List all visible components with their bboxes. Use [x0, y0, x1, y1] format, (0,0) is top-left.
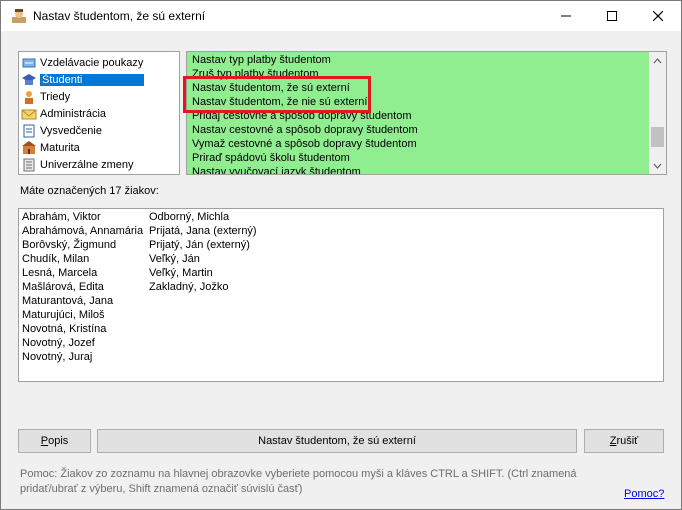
- envelope-icon: [21, 109, 37, 119]
- minimize-button[interactable]: [543, 1, 589, 31]
- apply-action-button[interactable]: Nastav študentom, že sú externí: [97, 429, 577, 453]
- close-button[interactable]: [635, 1, 681, 31]
- category-item-classes[interactable]: Triedy: [21, 88, 179, 105]
- class-icon: [25, 90, 33, 104]
- cancel-button-label: Zrušiť: [609, 435, 639, 447]
- student-icon: [22, 73, 36, 85]
- title-bar: Nastav študentom, že sú externí: [1, 1, 681, 31]
- student-item: Novotná, Kristína: [22, 323, 107, 335]
- certificate-icon: [23, 124, 35, 137]
- category-label: Administrácia: [40, 107, 107, 120]
- minimize-icon: [561, 15, 571, 17]
- action-item[interactable]: Vymaž cestovné a spôsob dopravy študento…: [192, 137, 417, 151]
- category-item-maturita[interactable]: Maturita: [21, 139, 179, 156]
- help-link[interactable]: Pomoc?: [624, 488, 664, 500]
- action-item[interactable]: Nastav typ platby študentom: [192, 53, 331, 67]
- category-label: Univerzálne zmeny: [40, 158, 134, 171]
- maximize-button[interactable]: [589, 1, 635, 31]
- popis-button[interactable]: Popis: [18, 429, 91, 453]
- cancel-button[interactable]: Zrušiť: [584, 429, 664, 453]
- category-item-administration[interactable]: Administrácia: [21, 105, 179, 122]
- category-item-universal-changes[interactable]: Univerzálne zmeny: [21, 156, 179, 173]
- category-item-certificate[interactable]: Vysvedčenie: [21, 122, 179, 139]
- chevron-down-icon: [653, 163, 662, 169]
- dialog-window: Nastav študentom, že sú externí Vzdeláva…: [0, 0, 682, 510]
- student-item: Maturujúci, Miloš: [22, 309, 105, 321]
- document-icon: [23, 158, 35, 171]
- category-label: Vysvedčenie: [40, 124, 102, 137]
- maximize-icon: [607, 11, 617, 21]
- voucher-icon: [22, 58, 36, 67]
- action-item[interactable]: Priraď spádovú školu študentom: [192, 151, 350, 165]
- close-icon: [653, 11, 663, 21]
- student-item: Prijatý, Ján (externý): [149, 239, 250, 251]
- student-item: Abrahám, Viktor: [22, 211, 101, 223]
- category-label: Triedy: [40, 90, 71, 103]
- category-list[interactable]: Vzdelávacie poukazy Študenti Triedy Admi…: [18, 51, 180, 175]
- student-item: Novotný, Juraj: [22, 351, 93, 363]
- window-title: Nastav študentom, že sú externí: [33, 9, 206, 23]
- apply-action-button-label: Nastav študentom, že sú externí: [258, 435, 416, 447]
- action-item[interactable]: Nastav cestovné a spôsob dopravy študent…: [192, 123, 418, 137]
- student-list[interactable]: Abrahám, Viktor Abrahámová, Annamária Bo…: [18, 208, 664, 382]
- dialog-client: Vzdelávacie poukazy Študenti Triedy Admi…: [1, 31, 681, 509]
- student-item: Novotný, Jozef: [22, 337, 95, 349]
- student-item: Prijatá, Jana (externý): [149, 225, 257, 237]
- selected-count-label: Máte označených 17 žiakov:: [20, 185, 159, 197]
- scroll-thumb[interactable]: [651, 127, 664, 147]
- student-item: Borôvský, Žigmund: [22, 239, 117, 251]
- highlight-annotation: [183, 76, 371, 113]
- popis-button-label: Popis: [40, 435, 69, 447]
- school-icon: [22, 140, 36, 154]
- scroll-down-button[interactable]: [649, 157, 666, 174]
- category-label: Vzdelávacie poukazy: [40, 56, 144, 69]
- student-item: Mašlárová, Edita: [22, 281, 104, 293]
- student-item: Veľký, Ján: [149, 253, 200, 265]
- student-item: Abrahámová, Annamária: [22, 225, 144, 237]
- help-text: Pomoc: Žiakov zo zoznamu na hlavnej obra…: [20, 468, 577, 495]
- student-item: Chudík, Milan: [22, 253, 90, 265]
- action-list[interactable]: Nastav typ platby študentom Zruš typ pla…: [186, 51, 667, 175]
- category-item-students[interactable]: Študenti: [21, 71, 179, 88]
- action-list-scrollbar[interactable]: [649, 52, 666, 174]
- action-item[interactable]: Nastav vyučovací jazyk študentom: [192, 165, 361, 174]
- student-item: Maturantová, Jana: [22, 295, 114, 307]
- student-item: Zakladný, Jožko: [149, 281, 229, 293]
- category-label: Maturita: [40, 141, 80, 154]
- user-app-icon: [12, 9, 26, 23]
- category-item-vouchers[interactable]: Vzdelávacie poukazy: [21, 54, 179, 71]
- student-item: Veľký, Martin: [149, 267, 213, 279]
- scroll-up-button[interactable]: [649, 52, 666, 69]
- category-label: Študenti: [40, 73, 144, 86]
- student-item: Lesná, Marcela: [22, 267, 98, 279]
- student-item: Odborný, Michla: [149, 211, 230, 223]
- chevron-up-icon: [653, 57, 662, 63]
